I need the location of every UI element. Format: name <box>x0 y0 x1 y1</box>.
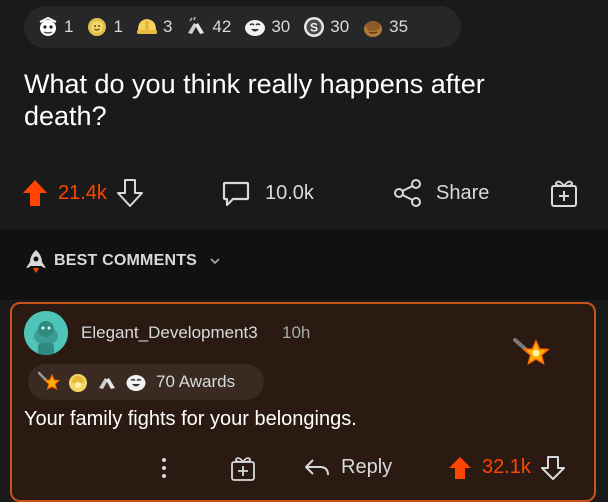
comment-username[interactable]: Elegant_Development3 <box>81 323 258 343</box>
award-count: 3 <box>162 17 173 36</box>
vertical-dots-icon <box>160 457 168 479</box>
award-item[interactable]: 42 <box>184 15 231 39</box>
share-label: Share <box>436 181 490 204</box>
award-count: 1 <box>64 17 74 36</box>
post-action-bar: 21.4k 10.0k Share <box>0 170 608 216</box>
hands-award-icon <box>96 371 118 393</box>
post-title: What do you think really happens after d… <box>24 69 485 131</box>
upvote-arrow-icon[interactable] <box>448 456 472 480</box>
award-count: 35 <box>389 17 409 36</box>
rocket-icon <box>24 248 48 274</box>
gift-box-icon <box>230 454 256 482</box>
helmet-award-icon <box>135 15 159 39</box>
upvote-arrow-icon[interactable] <box>22 179 48 207</box>
shooting-star-award-icon <box>38 371 60 393</box>
reply-label: Reply <box>341 456 393 478</box>
gold-helmet-award-icon <box>67 371 89 393</box>
comments-button[interactable]: 10.0k <box>221 170 314 216</box>
comment-sort-selector[interactable]: BEST COMMENTS <box>24 248 221 274</box>
award-item[interactable]: 1 <box>85 15 123 39</box>
bird-face-award-icon <box>36 15 60 39</box>
laughing-face-award-icon <box>125 371 147 393</box>
sun-face-award-icon <box>85 15 109 39</box>
silver-coin-award-icon: S <box>302 15 326 39</box>
chevron-down-icon <box>209 256 221 266</box>
award-item[interactable]: S 30 <box>302 15 349 39</box>
laughing-face-award-icon <box>243 15 267 39</box>
award-count: 30 <box>330 17 350 36</box>
comment-give-award-button[interactable] <box>230 452 256 483</box>
downvote-arrow-icon[interactable] <box>116 179 143 207</box>
sort-label: BEST COMMENTS <box>54 252 198 269</box>
avatar[interactable] <box>24 311 68 355</box>
award-count: 1 <box>113 17 123 36</box>
award-item[interactable]: 30 <box>243 15 290 39</box>
comment-upvote-count: 32.1k <box>482 456 531 478</box>
share-button[interactable]: Share <box>392 170 489 216</box>
post-container: 1 1 3 42 30 S 30 35 What do you think re… <box>0 0 608 230</box>
award-item[interactable]: 3 <box>135 15 172 39</box>
give-award-button[interactable] <box>549 170 579 216</box>
post-comment-count: 10.0k <box>265 181 314 204</box>
comment-timestamp: 10h <box>282 323 311 342</box>
comment-action-bar: Reply 32.1k <box>0 452 608 483</box>
post-awards-bar[interactable]: 1 1 3 42 30 S 30 35 <box>24 6 461 48</box>
award-count: 42 <box>212 17 232 36</box>
comment-body: Your family fights for your belongings. <box>24 408 357 430</box>
reply-button[interactable]: Reply <box>303 452 392 483</box>
gift-box-icon <box>549 177 579 209</box>
comment-bubble-icon <box>221 178 251 208</box>
hands-award-icon <box>184 15 208 39</box>
post-upvote-count: 21.4k <box>58 181 107 204</box>
post-vote-group: 21.4k <box>22 170 143 216</box>
award-item[interactable]: 1 <box>36 15 73 39</box>
reply-arrow-icon <box>303 457 331 479</box>
share-icon <box>392 177 424 209</box>
award-count: 30 <box>271 17 291 36</box>
svg-text:S: S <box>310 21 318 35</box>
shooting-star-flair-icon <box>513 337 553 373</box>
award-item[interactable]: 35 <box>361 15 408 39</box>
comment-awards-count: 70 Awards <box>156 372 236 391</box>
bowing-face-award-icon <box>361 15 385 39</box>
comment-awards-bar[interactable]: 70 Awards <box>28 364 264 400</box>
comment-vote-group: 32.1k <box>448 452 565 483</box>
more-options-button[interactable] <box>160 452 168 483</box>
downvote-arrow-icon[interactable] <box>540 455 565 480</box>
